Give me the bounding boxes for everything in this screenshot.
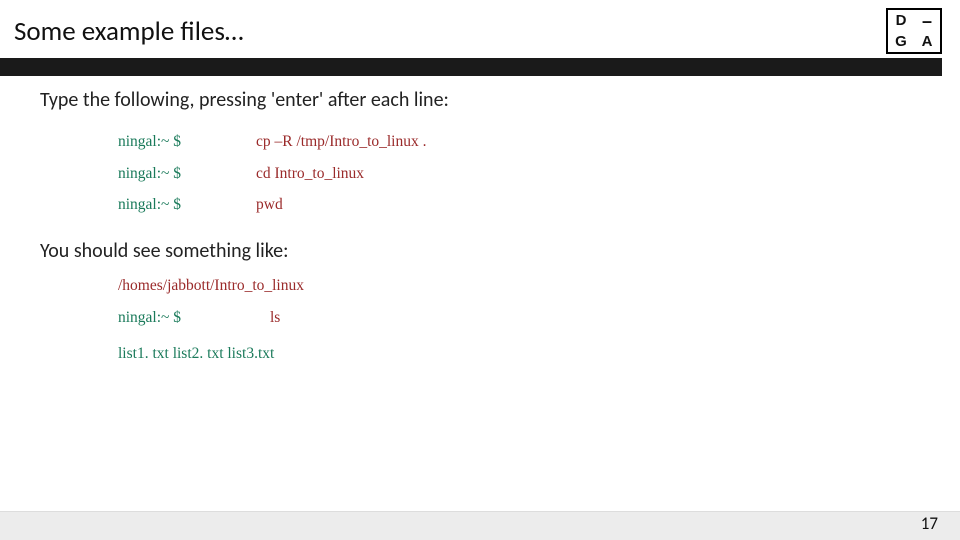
- slide-header: Some example files… D – G A: [0, 0, 960, 54]
- shell-prompt: ningal:~ $: [118, 166, 256, 182]
- logo-cell-d: D: [888, 10, 914, 31]
- footer-bar: [0, 511, 960, 540]
- file-listing: list1. txt list2. txt list3.txt: [118, 345, 920, 363]
- brand-logo: D – G A: [886, 8, 942, 54]
- slide-body: Type the following, pressing 'enter' aft…: [0, 76, 960, 363]
- shell-command: cp –R /tmp/Intro_to_linux .: [256, 134, 427, 150]
- shell-command: cd Intro_to_linux: [256, 166, 364, 182]
- logo-cell-dash: –: [914, 10, 940, 31]
- command-row: ningal:~ $ pwd: [118, 197, 920, 213]
- result-path: /homes/jabbott/Intro_to_linux: [118, 277, 920, 295]
- shell-command: ls: [270, 309, 280, 327]
- command-row: ningal:~ $ cd Intro_to_linux: [118, 166, 920, 182]
- header-rule: [0, 58, 942, 76]
- command-block: ningal:~ $ cp –R /tmp/Intro_to_linux . n…: [118, 134, 920, 213]
- page-number: 17: [921, 513, 938, 534]
- shell-prompt: ningal:~ $: [118, 134, 256, 150]
- command-row: ningal:~ $ cp –R /tmp/Intro_to_linux .: [118, 134, 920, 150]
- logo-cell-g: G: [888, 31, 914, 52]
- shell-prompt: ningal:~ $: [118, 309, 270, 327]
- intro-text: Type the following, pressing 'enter' aft…: [40, 88, 920, 112]
- result-intro: You should see something like:: [40, 239, 920, 263]
- shell-prompt: ningal:~ $: [118, 197, 256, 213]
- slide-title: Some example files…: [14, 15, 244, 48]
- logo-cell-a: A: [914, 31, 940, 52]
- header-rule-wrap: [0, 58, 960, 76]
- ls-row: ningal:~ $ ls: [118, 309, 920, 327]
- shell-command: pwd: [256, 197, 283, 213]
